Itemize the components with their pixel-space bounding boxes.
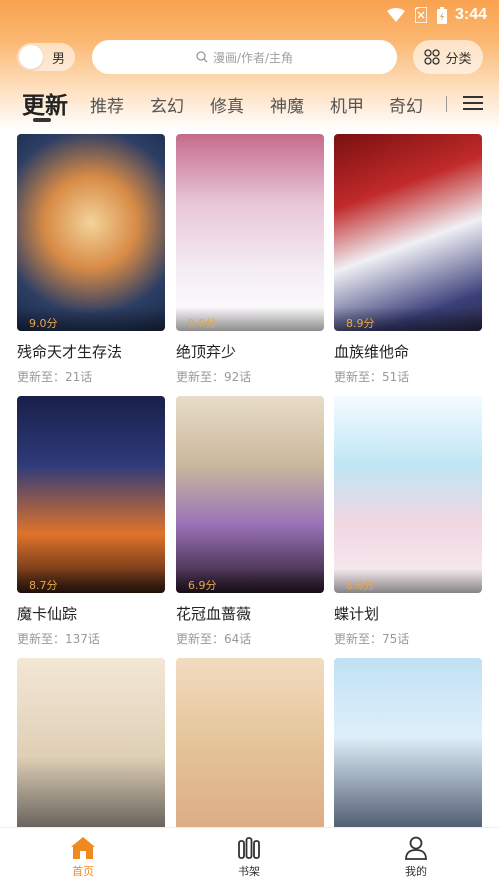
nav-home-label: 首页 bbox=[72, 865, 94, 878]
comic-title[interactable]: 绝顶弃少 bbox=[176, 341, 324, 362]
bookshelf-icon bbox=[238, 837, 260, 859]
nav-bookshelf-label: 书架 bbox=[238, 865, 260, 878]
search-icon bbox=[196, 51, 208, 63]
comic-cover[interactable]: 8.9分 bbox=[334, 134, 482, 331]
comic-update: 更新至：51话 bbox=[334, 370, 410, 384]
category-tabs: 更新 推荐 玄幻 修真 神魔 机甲 奇幻 bbox=[0, 86, 499, 126]
tab-shenmo[interactable]: 神魔 bbox=[270, 92, 304, 117]
nav-profile-label: 我的 bbox=[405, 865, 427, 878]
bottom-nav: 首页 书架 我的 bbox=[0, 827, 499, 887]
rating-badge: 8.9分 bbox=[334, 307, 482, 331]
comic-title[interactable]: 花冠血蔷薇 bbox=[176, 603, 324, 624]
category-icon bbox=[424, 49, 441, 65]
menu-icon[interactable] bbox=[463, 95, 483, 115]
comic-cover[interactable]: 8.7分 bbox=[17, 396, 165, 593]
comic-card[interactable]: 9.0分 绝顶弃少 更新至：92话 bbox=[176, 134, 324, 385]
comic-card[interactable] bbox=[176, 658, 324, 855]
active-tab-indicator bbox=[33, 118, 51, 122]
home-icon bbox=[71, 837, 95, 859]
comic-card[interactable] bbox=[17, 658, 165, 855]
tab-xuanhuan[interactable]: 玄幻 bbox=[150, 92, 184, 117]
rating-badge: 9.0分 bbox=[176, 307, 324, 331]
nav-profile[interactable]: 我的 bbox=[376, 836, 456, 879]
wifi-icon bbox=[386, 8, 405, 22]
tab-xiuzhen[interactable]: 修真 bbox=[210, 92, 244, 117]
comic-update: 更新至：137话 bbox=[17, 632, 100, 646]
category-label: 分类 bbox=[445, 51, 472, 67]
tab-updates[interactable]: 更新 bbox=[22, 86, 68, 120]
comic-cover[interactable] bbox=[176, 658, 324, 855]
comic-title[interactable]: 蝶计划 bbox=[334, 603, 482, 624]
rating-badge: 8.6分 bbox=[334, 569, 482, 593]
comic-cover[interactable]: 6.9分 bbox=[176, 396, 324, 593]
rating-badge: 6.9分 bbox=[176, 569, 324, 593]
tab-recommended[interactable]: 推荐 bbox=[90, 92, 124, 117]
comic-card[interactable]: 8.6分 蝶计划 更新至：75话 bbox=[334, 396, 482, 647]
gender-label: 男 bbox=[52, 51, 66, 67]
battery-icon bbox=[436, 6, 447, 24]
search-input[interactable]: 漫画/作者/主角 bbox=[92, 40, 397, 74]
comic-card[interactable]: 8.9分 血族维他命 更新至：51话 bbox=[334, 134, 482, 385]
tab-jijia[interactable]: 机甲 bbox=[330, 92, 364, 117]
tab-divider bbox=[446, 96, 447, 112]
status-bar: 3:44 bbox=[0, 0, 499, 30]
comic-cover[interactable]: 9.0分 bbox=[176, 134, 324, 331]
search-placeholder: 漫画/作者/主角 bbox=[212, 50, 294, 65]
comic-cover[interactable]: 8.6分 bbox=[334, 396, 482, 593]
nav-home[interactable]: 首页 bbox=[43, 836, 123, 879]
no-sim-icon bbox=[414, 7, 427, 23]
top-bar: 男 漫画/作者/主角 分类 bbox=[0, 40, 499, 76]
toggle-knob bbox=[19, 45, 43, 69]
category-button[interactable]: 分类 bbox=[413, 40, 483, 74]
comic-title[interactable]: 残命天才生存法 bbox=[17, 341, 165, 362]
profile-icon bbox=[405, 836, 427, 860]
comic-title[interactable]: 血族维他命 bbox=[334, 341, 482, 362]
comic-cover[interactable] bbox=[17, 658, 165, 855]
comic-update: 更新至：21话 bbox=[17, 370, 93, 384]
comic-cover[interactable]: 9.0分 bbox=[17, 134, 165, 331]
rating-badge: 8.7分 bbox=[17, 569, 165, 593]
comic-title[interactable]: 魔卡仙踪 bbox=[17, 603, 165, 624]
comic-update: 更新至：64话 bbox=[176, 632, 252, 646]
status-time: 3:44 bbox=[454, 6, 487, 23]
comic-card[interactable]: 6.9分 花冠血蔷薇 更新至：64话 bbox=[176, 396, 324, 647]
nav-bookshelf[interactable]: 书架 bbox=[209, 836, 289, 879]
comic-update: 更新至：92话 bbox=[176, 370, 252, 384]
comic-card[interactable]: 8.7分 魔卡仙踪 更新至：137话 bbox=[17, 396, 165, 647]
comic-card[interactable]: 9.0分 残命天才生存法 更新至：21话 bbox=[17, 134, 165, 385]
comic-cover[interactable] bbox=[334, 658, 482, 855]
comic-card[interactable] bbox=[334, 658, 482, 855]
comic-update: 更新至：75话 bbox=[334, 632, 410, 646]
tab-qihuan[interactable]: 奇幻 bbox=[389, 92, 423, 117]
gender-toggle[interactable]: 男 bbox=[17, 43, 75, 71]
rating-badge: 9.0分 bbox=[17, 307, 165, 331]
